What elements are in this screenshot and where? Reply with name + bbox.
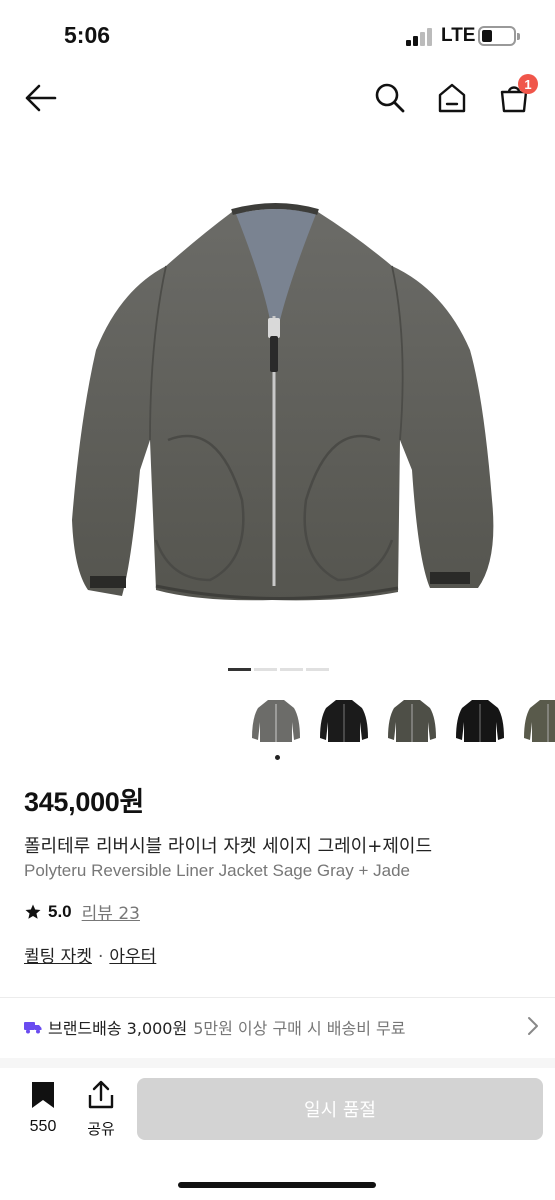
status-bar: 5:06 LTE	[0, 0, 555, 70]
cart-button[interactable]: 1	[492, 74, 538, 120]
image-pager	[228, 668, 329, 671]
share-button[interactable]: 공유	[78, 1080, 124, 1139]
section-gap	[0, 1058, 555, 1068]
pager-dot	[280, 668, 303, 671]
battery-icon	[478, 26, 520, 46]
divider	[0, 997, 555, 998]
category-link-outer[interactable]: 아우터	[109, 947, 156, 967]
bottom-action-bar: 550 공유 일시 품절	[0, 1068, 555, 1200]
thumbnail-gray[interactable]	[250, 692, 302, 748]
thumbnail-black[interactable]	[318, 692, 370, 748]
shipping-info-row[interactable]: 브랜드배송 3,000원 5만원 이상 구매 시 배송비 무료	[24, 1012, 539, 1042]
selected-thumbnail-dot	[275, 755, 280, 760]
status-time: 5:06	[64, 22, 111, 48]
home-button[interactable]	[430, 76, 474, 120]
like-count: 550	[29, 1118, 57, 1135]
category-separator: ·	[97, 947, 104, 967]
back-button[interactable]	[18, 76, 62, 120]
thumbnail-olive-2[interactable]	[522, 692, 555, 748]
like-button[interactable]: 550	[20, 1080, 66, 1136]
cart-badge: 1	[518, 74, 538, 94]
bookmark-icon	[32, 1082, 54, 1108]
review-link[interactable]: 리뷰 23	[82, 899, 140, 924]
product-name-ko: 폴리테루 리버시블 라이너 자켓 세이지 그레이+제이드	[24, 836, 433, 857]
sold-out-button[interactable]: 일시 품절	[137, 1078, 543, 1140]
rating-row: 5.0 리뷰 23	[24, 899, 140, 924]
shipping-fee: 브랜드배송 3,000원	[48, 1019, 188, 1038]
truck-icon	[24, 1022, 42, 1034]
top-nav: 1	[0, 70, 555, 130]
product-price: 345,000원	[24, 787, 145, 817]
product-name-en: Polyteru Reversible Liner Jacket Sage Gr…	[24, 861, 411, 880]
pager-dot	[254, 668, 277, 671]
free-shipping-note: 5만원 이상 구매 시 배송비 무료	[193, 1019, 406, 1038]
share-icon	[88, 1080, 114, 1109]
thumbnail-olive[interactable]	[386, 692, 438, 748]
share-label: 공유	[87, 1120, 115, 1138]
category-breadcrumb: 퀼팅 자켓 · 아우터	[24, 942, 156, 967]
rating-score: 5.0	[48, 901, 72, 921]
pager-dot	[306, 668, 329, 671]
network-label: LTE	[441, 25, 476, 46]
search-icon	[375, 83, 405, 113]
signal-icon	[406, 28, 434, 46]
pager-dot-active	[228, 668, 251, 671]
arrow-left-icon	[25, 84, 57, 112]
product-image[interactable]	[0, 140, 555, 660]
search-button[interactable]	[368, 76, 412, 120]
color-thumbnails	[250, 692, 555, 748]
chevron-right-icon	[528, 1017, 538, 1035]
category-link-quilted-jacket[interactable]: 퀼팅 자켓	[24, 947, 92, 967]
home-icon	[438, 83, 466, 113]
home-indicator	[178, 1182, 376, 1188]
thumbnail-black-2[interactable]	[454, 692, 506, 748]
star-icon	[25, 904, 41, 919]
